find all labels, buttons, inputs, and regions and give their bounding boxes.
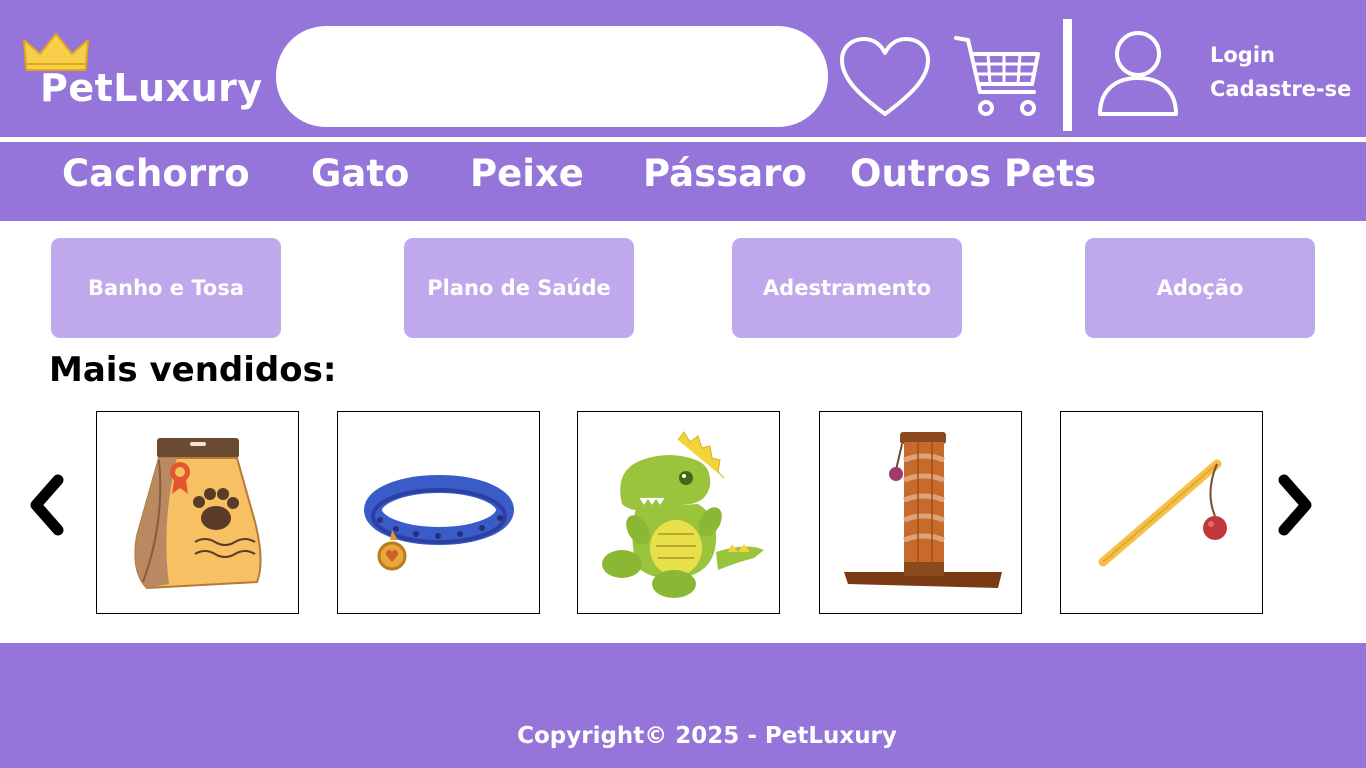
nav-item-passaro[interactable]: Pássaro bbox=[643, 152, 807, 195]
nav-item-gato[interactable]: Gato bbox=[311, 152, 409, 195]
service-button-adestramento[interactable]: Adestramento bbox=[732, 238, 962, 338]
header-vertical-divider bbox=[1063, 19, 1072, 131]
auth-links: Login Cadastre-se bbox=[1210, 38, 1351, 106]
dinosaur-plush-toy-icon bbox=[602, 431, 764, 598]
bestsellers-title: Mais vendidos: bbox=[49, 350, 337, 390]
nav-item-peixe[interactable]: Peixe bbox=[470, 152, 584, 195]
nav-item-outros-pets[interactable]: Outros Pets bbox=[850, 152, 1096, 195]
search-input[interactable] bbox=[276, 26, 828, 127]
service-button-adocao[interactable]: Adoção bbox=[1085, 238, 1315, 338]
service-button-banho-e-tosa[interactable]: Banho e Tosa bbox=[51, 238, 281, 338]
user-icon[interactable] bbox=[1096, 30, 1180, 118]
nav-item-cachorro[interactable]: Cachorro bbox=[62, 152, 250, 195]
footer bbox=[0, 643, 1366, 768]
heart-icon[interactable] bbox=[838, 36, 932, 120]
product-card[interactable] bbox=[1060, 411, 1263, 614]
product-card[interactable] bbox=[819, 411, 1022, 614]
cat-wand-toy-icon bbox=[1098, 459, 1227, 567]
signup-link[interactable]: Cadastre-se bbox=[1210, 72, 1351, 106]
logo[interactable]: PetLuxury bbox=[20, 30, 270, 120]
chevron-left-icon[interactable] bbox=[22, 472, 72, 538]
product-card[interactable] bbox=[337, 411, 540, 614]
service-button-plano-de-saude[interactable]: Plano de Saúde bbox=[404, 238, 634, 338]
product-card[interactable] bbox=[96, 411, 299, 614]
shopping-cart-icon[interactable] bbox=[954, 34, 1044, 120]
chevron-right-icon[interactable] bbox=[1270, 472, 1320, 538]
brand-name: PetLuxury bbox=[40, 66, 263, 110]
cat-scratching-post-icon bbox=[844, 432, 1002, 588]
product-card[interactable] bbox=[577, 411, 780, 614]
login-link[interactable]: Login bbox=[1210, 38, 1351, 72]
pet-food-bag-icon bbox=[134, 438, 262, 590]
copyright-text: Copyright© 2025 - PetLuxury bbox=[517, 723, 897, 749]
pet-collar-icon bbox=[364, 475, 514, 571]
